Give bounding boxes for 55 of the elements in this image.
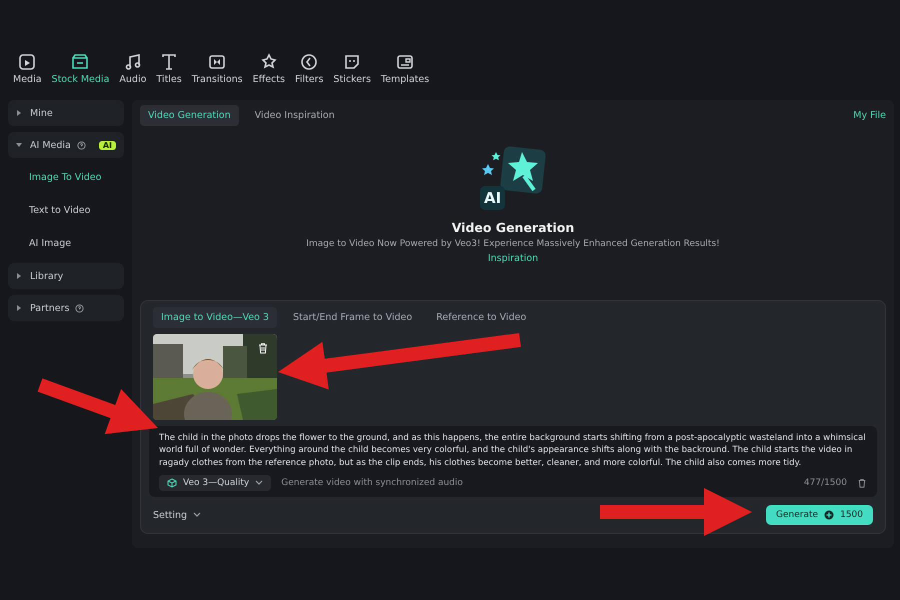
sidebar-group[interactable]: AI Media AI [8,132,124,158]
ai-label: AI [480,186,506,210]
toolbar-tab[interactable]: Titles [153,52,185,92]
sidebar-group[interactable]: Mine [8,100,124,126]
group-label: AI Media [30,140,71,150]
cube-icon [167,478,177,488]
sidebar-item[interactable]: Image To Video [8,164,124,191]
caret-icon [16,273,22,279]
mode-tab[interactable]: Image to Video—Veo 3 [153,307,277,328]
group-label: Partners [30,302,70,314]
toolbar-tab[interactable]: Stock Media [48,52,112,92]
mode-tab[interactable]: Reference to Video [428,307,534,328]
chevron-icon [193,512,202,518]
toolbar-icon [17,52,38,72]
group-label: Library [30,270,64,282]
sidebar-item[interactable]: AI Image [8,230,124,257]
toolbar-tab[interactable]: Media [10,52,45,92]
caret-icon [16,142,22,148]
caret-icon [16,305,22,311]
tab[interactable]: Video Inspiration [246,105,343,126]
caret-icon [16,110,22,116]
sidebar-group[interactable]: Partners [8,295,124,321]
hero-subtitle: Image to Video Now Powered by Veo3! Experience Massively Enhanced Generation Results! [306,239,720,249]
toolbar-tab[interactable]: Audio [116,52,150,92]
hero-title: Video Generation [452,220,574,235]
toolbar-icon [299,52,320,72]
mode-tab[interactable]: Start/End Frame to Video [284,307,420,328]
inspiration-link[interactable]: Inspiration [488,253,538,264]
toolbar-tab[interactable]: Filters [292,52,326,92]
toolbar-icon [70,52,90,72]
toolbar-tab[interactable]: Transitions [188,52,246,92]
help-icon[interactable] [76,140,86,150]
sidebar-group[interactable]: Library [8,263,124,289]
character-counter: 477/1500 [804,478,847,488]
audio-hint: Generate video with synchronized audio [281,478,463,488]
setting-dropdown[interactable]: Setting [153,510,202,521]
credit-icon [824,510,834,520]
chevron-icon [255,480,264,486]
delete-icon[interactable] [857,478,867,488]
help-icon[interactable] [75,304,84,312]
toolbar-tab[interactable]: Effects [250,52,288,92]
model-dropdown[interactable]: Veo 3—Quality [159,475,272,492]
toolbar-icon [395,52,416,72]
group-label: Mine [30,108,53,118]
sidebar-item[interactable]: Text to Video [8,197,124,224]
toolbar-tab[interactable]: Templates [378,52,432,92]
my-file-link[interactable]: My File [853,110,886,121]
toolbar-icon [207,52,228,72]
prompt-text: The child in the photo drops the flower to the ground, and as this happens, the entire background starts shifting from a post-apocalyptic wasteland into a whimsical world full of wonder. Everything around the child becomes very colorful, and the child's appearance shifts along with the backround. The child starts the video in ragady clothes from the reference photo, but as the clip ends, his clothes become better, cleaner, and more colorful. The child also comes more tidy. [159,432,867,470]
prompt-field[interactable] [149,426,877,498]
ai-badge: AI [98,140,116,150]
generate-button[interactable]: Generate 1500 [766,505,873,526]
tab[interactable]: Video Generation [140,105,239,126]
toolbar-tab[interactable]: Stickers [330,52,374,92]
toolbar-icon [122,52,143,72]
